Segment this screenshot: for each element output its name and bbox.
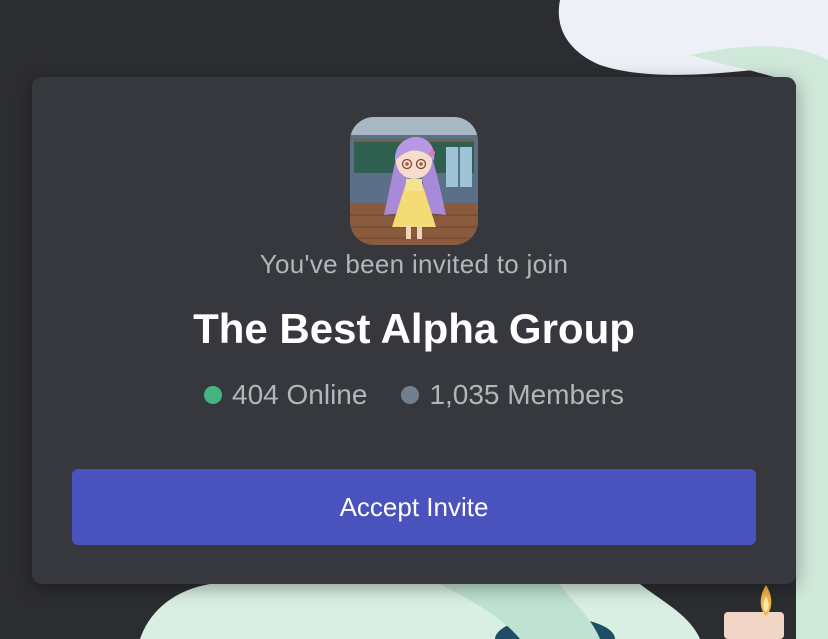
online-count: 404 Online <box>232 379 368 410</box>
members-stat: 1,035 Members <box>401 379 624 411</box>
accept-invite-button[interactable]: Accept Invite <box>72 469 756 545</box>
member-count: 1,035 Members <box>429 379 624 410</box>
anime-girl-avatar-icon <box>350 117 478 245</box>
invite-card: You've been invited to join The Best Alp… <box>32 77 796 584</box>
online-status-dot-icon <box>204 386 222 404</box>
online-stat: 404 Online <box>204 379 367 411</box>
guild-avatar-icon <box>350 117 478 245</box>
invite-prompt-text: You've been invited to join <box>259 249 569 279</box>
guild-name: The Best Alpha Group <box>193 305 635 352</box>
members-status-dot-icon <box>401 386 420 404</box>
guild-stats: 404 Online 1,035 Members <box>32 379 796 411</box>
